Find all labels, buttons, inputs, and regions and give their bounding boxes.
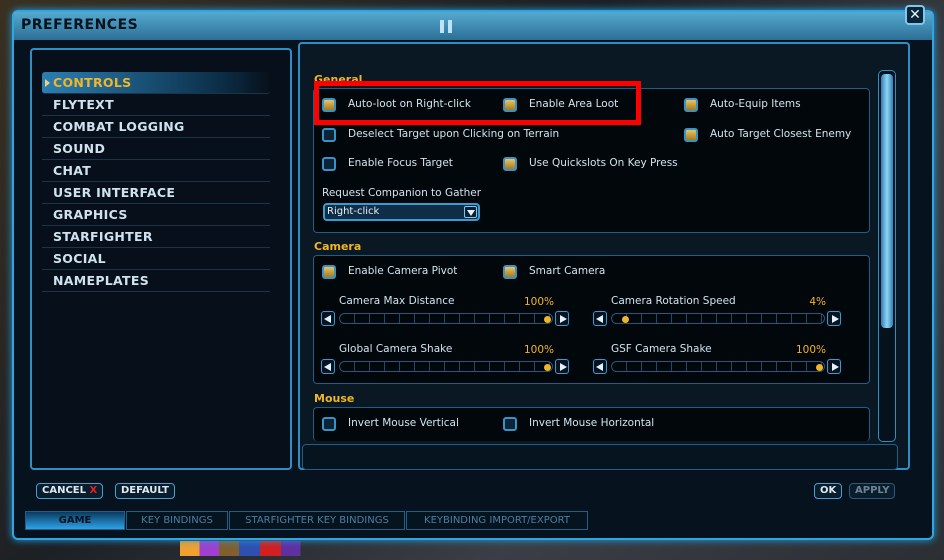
tab-key-bindings[interactable]: KEY BINDINGS bbox=[126, 511, 228, 530]
arrow-right-icon[interactable] bbox=[555, 359, 569, 374]
label-deselect-target: Deselect Target upon Clicking on Terrain bbox=[348, 128, 560, 140]
slider-knob[interactable] bbox=[544, 364, 551, 371]
slider-knob[interactable] bbox=[816, 364, 823, 371]
checkbox-focus-target[interactable] bbox=[322, 157, 336, 171]
arrow-left-icon[interactable] bbox=[321, 311, 335, 326]
tab-game[interactable]: GAME bbox=[25, 511, 125, 530]
title-bar[interactable]: PREFERENCES bbox=[14, 12, 932, 40]
close-button[interactable]: ✕ bbox=[905, 5, 925, 25]
arrow-right-icon[interactable] bbox=[827, 359, 841, 374]
slider-track[interactable] bbox=[611, 313, 825, 324]
checkbox-quickslots[interactable] bbox=[503, 157, 517, 171]
slider-knob[interactable] bbox=[544, 316, 551, 323]
slider-knob[interactable] bbox=[622, 316, 630, 323]
checkbox-camera-pivot[interactable] bbox=[322, 265, 336, 279]
sidebar-item-combat-logging[interactable]: COMBAT LOGGING bbox=[42, 116, 270, 138]
sidebar: CONTROLS FLYTEXT COMBAT LOGGING SOUND CH… bbox=[30, 48, 292, 470]
sidebar-item-chat[interactable]: CHAT bbox=[42, 160, 270, 182]
cancel-button[interactable]: CANCEL X bbox=[36, 483, 104, 499]
cancel-label: CANCEL bbox=[42, 485, 86, 496]
arrow-left-icon[interactable] bbox=[593, 311, 607, 326]
label-quickslots: Use Quickslots On Key Press bbox=[529, 157, 678, 169]
section-camera-title: Camera bbox=[314, 240, 362, 253]
window-title: PREFERENCES bbox=[21, 17, 139, 33]
cancel-x-icon: X bbox=[89, 485, 98, 496]
pause-icon bbox=[440, 20, 452, 33]
slider-track[interactable] bbox=[339, 313, 553, 324]
scrollbar[interactable] bbox=[878, 70, 896, 442]
label-focus-target: Enable Focus Target bbox=[348, 157, 453, 169]
default-button[interactable]: DEFAULT bbox=[115, 483, 175, 499]
checkbox-deselect-target[interactable] bbox=[322, 128, 336, 142]
slider-value: 4% bbox=[809, 296, 826, 308]
label-invert-vertical: Invert Mouse Vertical bbox=[348, 417, 459, 429]
slider-label: Global Camera Shake bbox=[339, 343, 453, 355]
slider-label: Camera Rotation Speed bbox=[611, 295, 736, 307]
arrow-left-icon[interactable] bbox=[593, 359, 607, 374]
label-smart-camera: Smart Camera bbox=[529, 265, 606, 277]
sidebar-item-social[interactable]: SOCIAL bbox=[42, 248, 270, 270]
checkbox-invert-horizontal[interactable] bbox=[503, 417, 517, 431]
label-camera-pivot: Enable Camera Pivot bbox=[348, 265, 458, 277]
chevron-down-icon bbox=[464, 206, 477, 218]
sidebar-item-graphics[interactable]: GRAPHICS bbox=[42, 204, 270, 226]
slider-track[interactable] bbox=[611, 361, 825, 372]
companion-gather-dropdown[interactable]: Right-click bbox=[323, 203, 480, 221]
apply-button[interactable]: APPLY bbox=[849, 483, 896, 499]
slider-label: Camera Max Distance bbox=[339, 295, 455, 307]
label-invert-horizontal: Invert Mouse Horizontal bbox=[529, 417, 655, 429]
status-bar bbox=[302, 444, 898, 470]
slider-track[interactable] bbox=[339, 361, 553, 372]
slider-label: GSF Camera Shake bbox=[611, 343, 712, 355]
arrow-right-icon[interactable] bbox=[827, 311, 841, 326]
sidebar-item-flytext[interactable]: FLYTEXT bbox=[42, 94, 270, 116]
slider-value: 100% bbox=[523, 296, 554, 308]
label-auto-equip: Auto-Equip Items bbox=[710, 98, 801, 110]
scrollbar-thumb[interactable] bbox=[881, 74, 893, 328]
arrow-right-icon[interactable] bbox=[555, 311, 569, 326]
tab-keybinding-import-export[interactable]: KEYBINDING IMPORT/EXPORT bbox=[406, 511, 588, 530]
checkbox-invert-vertical[interactable] bbox=[322, 417, 336, 431]
checkbox-auto-equip[interactable] bbox=[684, 98, 698, 112]
sidebar-item-starfighter[interactable]: STARFIGHTER bbox=[42, 226, 270, 248]
highlight-box bbox=[314, 81, 641, 125]
section-mouse-title: Mouse bbox=[314, 392, 355, 405]
sidebar-item-user-interface[interactable]: USER INTERFACE bbox=[42, 182, 270, 204]
slider-value: 100% bbox=[523, 344, 554, 356]
sidebar-item-sound[interactable]: SOUND bbox=[42, 138, 270, 160]
arrow-left-icon[interactable] bbox=[321, 359, 335, 374]
checkbox-smart-camera[interactable] bbox=[503, 265, 517, 279]
sidebar-item-nameplates[interactable]: NAMEPLATES bbox=[42, 270, 270, 292]
checkbox-auto-target[interactable] bbox=[684, 128, 698, 142]
ok-button[interactable]: OK bbox=[814, 483, 843, 499]
tab-starfighter-key-bindings[interactable]: STARFIGHTER KEY BINDINGS bbox=[229, 511, 405, 530]
dropdown-value: Right-click bbox=[327, 206, 380, 217]
ability-bar-icons bbox=[180, 541, 320, 556]
sidebar-item-controls[interactable]: CONTROLS bbox=[42, 72, 270, 94]
label-companion-gather: Request Companion to Gather bbox=[322, 187, 482, 199]
slider-value: 100% bbox=[795, 344, 826, 356]
label-auto-target: Auto Target Closest Enemy bbox=[710, 128, 852, 140]
